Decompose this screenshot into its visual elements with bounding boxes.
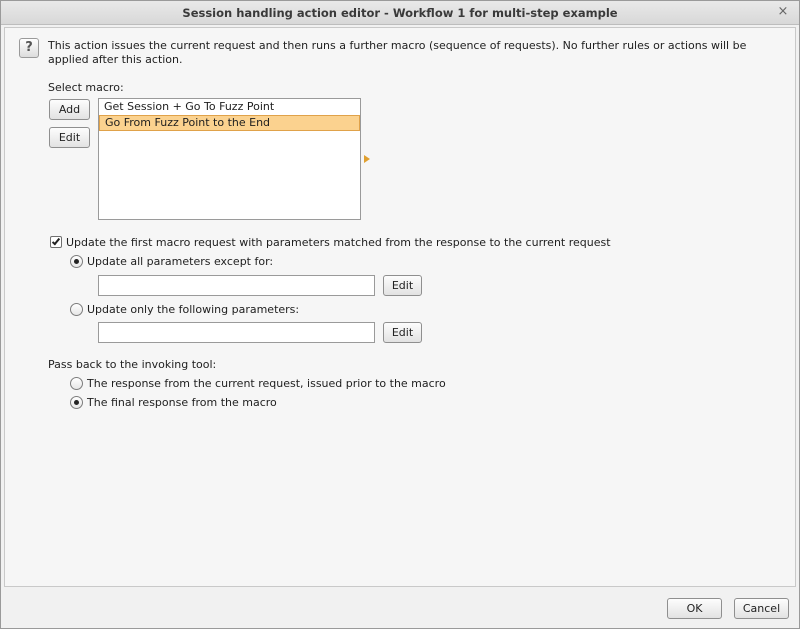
update-all-except-label: Update all parameters except for:	[87, 255, 274, 268]
dialog-content: ? This action issues the current request…	[4, 27, 796, 587]
update-only-following-radio[interactable]	[70, 303, 83, 316]
help-icon[interactable]: ?	[19, 38, 39, 58]
edit-macro-button[interactable]: Edit	[49, 127, 90, 148]
select-macro-label: Select macro:	[48, 81, 124, 94]
update-first-request-checkbox[interactable]	[50, 236, 62, 248]
include-parameters-input[interactable]	[98, 322, 375, 343]
pass-back-current-response-label: The response from the current request, i…	[87, 377, 446, 390]
update-first-request-label: Update the first macro request with para…	[66, 236, 611, 249]
macro-list[interactable]: Get Session + Go To Fuzz Point Go From F…	[98, 98, 361, 220]
macro-list-item-selected[interactable]: Go From Fuzz Point to the End	[99, 115, 360, 131]
add-macro-button[interactable]: Add	[49, 99, 90, 120]
radio-selected-dot-icon	[74, 259, 79, 264]
update-all-except-radio[interactable]	[70, 255, 83, 268]
macro-list-item[interactable]: Get Session + Go To Fuzz Point	[99, 99, 360, 115]
edit-exclude-parameters-button[interactable]: Edit	[383, 275, 422, 296]
pass-back-label: Pass back to the invoking tool:	[48, 358, 217, 371]
title-bar[interactable]: Session handling action editor - Workflo…	[1, 1, 799, 25]
checkmark-icon	[51, 236, 61, 246]
update-only-following-label: Update only the following parameters:	[87, 303, 300, 316]
pass-back-current-response-radio[interactable]	[70, 377, 83, 390]
action-description: This action issues the current request a…	[48, 39, 747, 66]
cancel-button[interactable]: Cancel	[734, 598, 789, 619]
session-handling-action-editor-window: Session handling action editor - Workflo…	[0, 0, 800, 629]
ok-button[interactable]: OK	[667, 598, 722, 619]
close-icon[interactable]: ×	[775, 4, 791, 20]
radio-selected-dot-icon	[74, 400, 79, 405]
window-title: Session handling action editor - Workflo…	[182, 6, 618, 20]
edit-include-parameters-button[interactable]: Edit	[383, 322, 422, 343]
pass-back-final-response-radio[interactable]	[70, 396, 83, 409]
splitter-arrow-icon[interactable]	[364, 155, 370, 163]
pass-back-final-response-label: The final response from the macro	[87, 396, 277, 409]
exclude-parameters-input[interactable]	[98, 275, 375, 296]
